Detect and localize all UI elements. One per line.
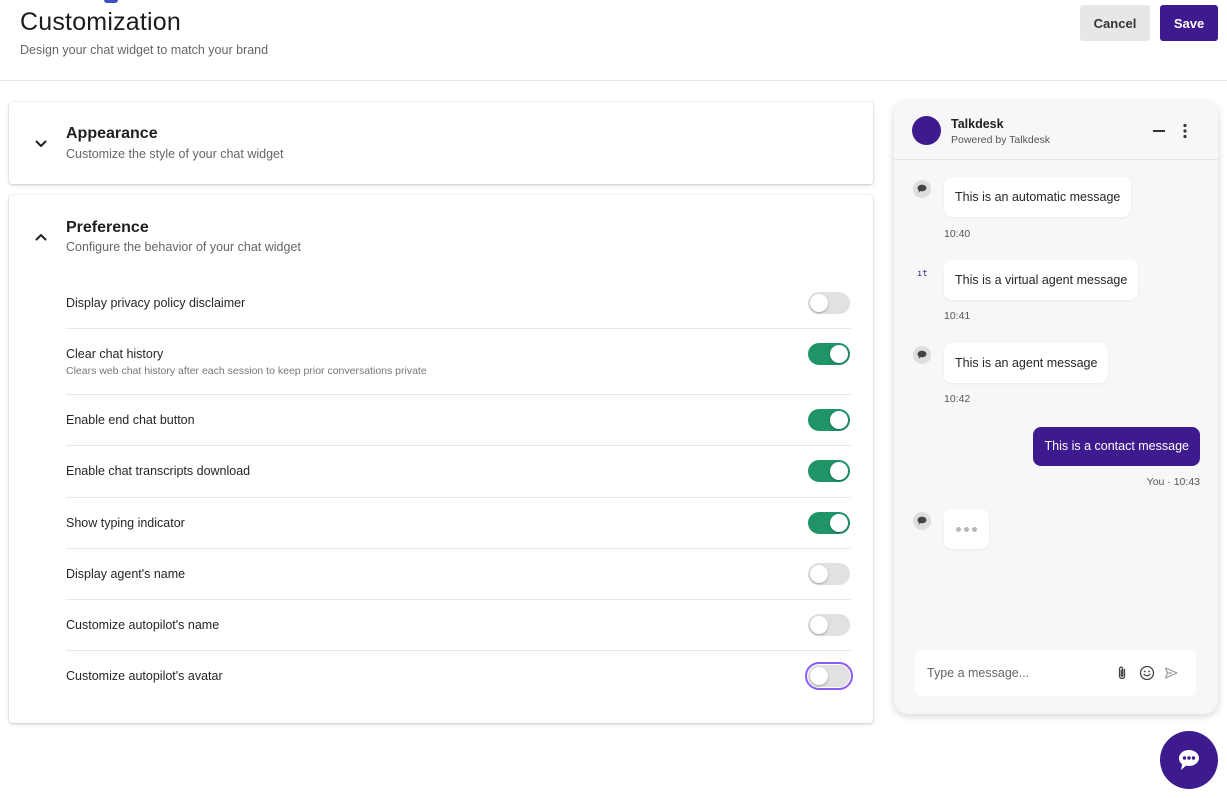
- pref-row-end-chat-button: Enable end chat button: [66, 395, 851, 446]
- chat-bubble-icon: [913, 180, 931, 198]
- chat-bubble-icon: [913, 346, 931, 364]
- toggle-clear-history[interactable]: [808, 343, 850, 365]
- page-title: Customization: [20, 8, 181, 36]
- save-button[interactable]: Save: [1160, 5, 1218, 41]
- pref-row-autopilot-avatar: Customize autopilot's avatar: [66, 651, 853, 702]
- chevron-up-icon[interactable]: [33, 229, 49, 245]
- preference-section: Preference Configure the behavior of you…: [9, 195, 873, 723]
- pref-label: Customize autopilot's name: [66, 618, 220, 632]
- widget-name: Talkdesk: [951, 117, 1004, 131]
- chat-bubble-icon: [913, 512, 931, 530]
- more-vertical-icon[interactable]: [1180, 123, 1190, 139]
- pref-label: Display privacy policy disclaimer: [66, 296, 246, 310]
- toggle-knob: [810, 667, 828, 685]
- pref-label: Customize autopilot's avatar: [66, 669, 223, 683]
- pref-row-transcripts-download: Enable chat transcripts download: [66, 446, 851, 498]
- send-icon[interactable]: [1163, 665, 1179, 681]
- toggle-autopilot-avatar[interactable]: [805, 662, 853, 690]
- emoji-icon[interactable]: [1139, 665, 1155, 681]
- toggle-knob: [830, 462, 848, 480]
- toggle-end-chat-button[interactable]: [808, 409, 850, 431]
- minimize-icon[interactable]: [1153, 130, 1165, 132]
- pref-label: Display agent's name: [66, 567, 186, 581]
- widget-powered-by: Powered by Talkdesk: [951, 134, 1051, 146]
- appearance-section[interactable]: Appearance Customize the style of your c…: [9, 102, 873, 184]
- cancel-button[interactable]: Cancel: [1080, 5, 1150, 41]
- chevron-down-icon[interactable]: [33, 136, 49, 152]
- widget-avatar: [912, 116, 941, 145]
- typing-dot: [964, 527, 969, 532]
- virtual-agent-message-bubble: This is a virtual agent message: [944, 260, 1139, 300]
- chat-widget-preview: Talkdesk Powered by Talkdesk This is an …: [894, 101, 1218, 714]
- toggle-knob: [810, 294, 828, 312]
- agent-message-bubble: This is an agent message: [944, 343, 1109, 383]
- pref-description: Clears web chat history after each sessi…: [66, 365, 427, 377]
- preference-title: Preference: [66, 219, 149, 236]
- toggle-typing-indicator[interactable]: [808, 512, 850, 534]
- pref-label: Clear chat history: [66, 347, 164, 361]
- page-subtitle: Design your chat widget to match your br…: [20, 43, 269, 57]
- contact-message-time: You · 10:43: [1146, 476, 1200, 488]
- preference-subtitle: Configure the behavior of your chat widg…: [66, 240, 301, 254]
- contact-message-bubble: This is a contact message: [1033, 427, 1200, 466]
- message-time: 10:40: [944, 228, 971, 240]
- toggle-knob: [830, 514, 848, 532]
- pref-row-agent-name: Display agent's name: [66, 549, 851, 600]
- typing-dot: [972, 527, 977, 532]
- svg-text:ıt: ıt: [917, 269, 928, 279]
- typing-dot: [956, 527, 961, 532]
- widget-header: Talkdesk Powered by Talkdesk: [894, 101, 1218, 160]
- virtual-agent-icon: ıt: [917, 269, 928, 279]
- toggle-knob: [830, 345, 848, 363]
- appearance-subtitle: Customize the style of your chat widget: [66, 147, 284, 161]
- pref-row-autopilot-name: Customize autopilot's name: [66, 600, 851, 651]
- page-header: Customization Design your chat widget to…: [0, 0, 1227, 81]
- toggle-transcripts-download[interactable]: [808, 460, 850, 482]
- typing-indicator: [944, 509, 989, 549]
- chat-launcher-button[interactable]: [1160, 731, 1218, 789]
- message-time: 10:41: [944, 310, 971, 322]
- toggle-knob: [810, 565, 828, 583]
- message-composer: [915, 650, 1196, 696]
- toggle-autopilot-name[interactable]: [808, 614, 850, 636]
- message-time: 10:42: [944, 393, 971, 405]
- attachment-icon[interactable]: [1114, 665, 1130, 681]
- pref-label: Show typing indicator: [66, 516, 185, 530]
- toggle-privacy-disclaimer[interactable]: [808, 292, 850, 314]
- automatic-message-bubble: This is an automatic message: [944, 177, 1132, 217]
- pref-row-clear-history: Clear chat history Clears web chat histo…: [66, 329, 851, 395]
- chat-bubble-icon: [1178, 749, 1199, 770]
- pref-label: Enable end chat button: [66, 413, 195, 427]
- toggle-knob: [810, 616, 828, 634]
- appearance-title: Appearance: [66, 125, 158, 142]
- toggle-knob: [830, 411, 848, 429]
- message-input[interactable]: [927, 650, 1117, 696]
- pref-row-privacy-disclaimer: Display privacy policy disclaimer: [66, 278, 851, 329]
- pref-label: Enable chat transcripts download: [66, 464, 251, 478]
- toggle-agent-name[interactable]: [808, 563, 850, 585]
- pref-row-typing-indicator: Show typing indicator: [66, 498, 851, 549]
